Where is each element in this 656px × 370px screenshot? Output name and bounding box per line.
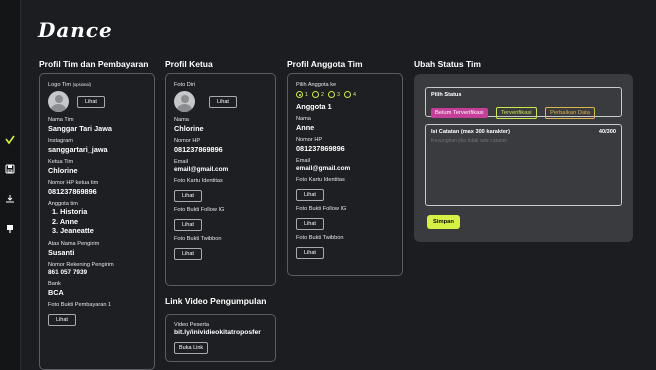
member-email-label: Email [296,158,310,164]
leader-section-title: Profil Ketua [165,59,213,69]
sidebar [0,0,21,370]
bank-label: Bank [48,280,61,287]
status-box: Pilih Status Belum Terverifikasi Terveri… [425,87,622,119]
member-option-1[interactable]: 1 [296,91,308,98]
leader-phone-value: 081237869896 [174,145,223,154]
team-leader-label: Ketua Tim [48,159,74,165]
app-logo: Dance [38,18,113,42]
view-leader-twibbon-button[interactable]: Lihat [174,248,202,260]
view-member-twibbon-button[interactable]: Lihat [296,247,324,259]
check-icon[interactable] [4,134,16,146]
video-label: Video Peserta [174,322,210,328]
instagram-label: Instagram [48,138,73,144]
video-card: Video Peserta bit.ly/inividieokitatropos… [165,314,276,362]
member-pick-label: Pilih Anggota ke [296,82,337,88]
view-team-logo-button[interactable]: Lihat [77,95,105,108]
sender-value: Susanti [48,247,75,257]
leader-name-label: Nama [174,117,189,123]
logo-label: Logo Tim (opsional) [48,82,146,88]
member-option-label: 4 [353,91,356,98]
leader-name-value: Chlorine [174,124,204,133]
radio-selected-icon [296,91,303,98]
member-option-label: 1 [305,91,308,98]
status-pick-label: Pilih Status [431,92,462,98]
leader-twibbon-label: Foto Bukti Twibbon [174,236,222,242]
member-phone-value: 081237869896 [296,144,345,153]
member-phone-label: Nomor HP [296,137,323,143]
leader-follow-label: Foto Bukti Follow IG [174,207,225,213]
team-profile-card: Logo Tim (opsional) Lihat Nama Tim Sangg… [39,73,155,370]
leader-avatar [174,91,195,112]
status-section-title: Ubah Status Tim [414,59,481,69]
radio-icon [344,91,351,98]
member-follow-label: Foto Bukti Follow IG [296,206,347,212]
open-link-button[interactable]: Buka Link [174,342,209,354]
view-leader-photo-button[interactable]: Lihat [209,95,237,108]
member-section-title: Profil Anggota Tim [287,59,363,69]
team-name-value: Sanggar Tari Jawa [48,124,112,133]
member-item: 1. Historia [52,207,88,216]
status-option-revision[interactable]: Perbaikan Data [545,107,596,119]
save-button[interactable]: Simpan [427,215,460,229]
leader-phone-label: Nomor HP ketua tim [48,180,99,186]
member-option-label: 3 [337,91,340,98]
view-leader-id-button[interactable]: Lihat [174,190,202,202]
payment-proof-label: Foto Bukti Pembayaran 1 [48,301,112,308]
member-id-label: Foto Kartu Identitas [296,177,345,183]
radio-icon [328,91,335,98]
leader-photo-label: Foto Diri [174,82,196,88]
member-item: 3. Jeaneatte [52,226,94,235]
member-profile-card: Pilih Anggota ke 1 2 3 4 Anggota 1 Nama … [287,73,403,276]
member-option-2[interactable]: 2 [312,91,324,98]
notes-counter: 40/300 [598,129,616,135]
member-twibbon-label: Foto Bukti Twibbon [296,235,344,241]
view-payment-proof-button[interactable]: Lihat [48,313,76,326]
sender-label: Atas Nama Pengirim [48,240,100,247]
view-leader-follow-button[interactable]: Lihat [174,219,202,231]
status-option-unverified[interactable]: Belum Terverifikasi [431,108,488,118]
logo-label-text: Logo Tim [48,82,72,88]
status-option-verified[interactable]: Terverifikasi [496,107,537,119]
leader-email-label: Email [174,159,188,165]
video-link[interactable]: bit.ly/inividieokitatroposfer [174,329,267,336]
team-leader-value: Chlorine [48,166,78,175]
instagram-value: sanggartari_jawa [48,145,108,154]
account-value: 861 057 7939 [48,268,88,276]
download-icon[interactable] [4,193,16,205]
leader-id-label: Foto Kartu Identitas [174,178,223,184]
notes-label: Isi Catatan (max 300 karakter) [431,129,510,135]
view-member-id-button[interactable]: Lihat [296,189,324,201]
video-section-title: Link Video Pengumpulan [165,296,267,306]
member-name-label: Nama [296,116,311,122]
notes-placeholder: Kesungkan jika tidak ada catatan [431,138,508,144]
view-member-follow-button[interactable]: Lihat [296,218,324,230]
member-item: 2. Anne [52,216,79,226]
save-icon[interactable] [4,163,16,175]
leader-email-value: email@gmail.com [174,166,229,173]
status-panel: Pilih Status Belum Terverifikasi Terveri… [414,74,633,242]
notes-box[interactable]: Isi Catatan (max 300 karakter) 40/300 Ke… [425,124,622,206]
leader-profile-card: Foto Diri Lihat Nama Chlorine Nomor HP 0… [165,73,276,286]
leader-phone-value: 081237869896 [48,187,97,196]
team-logo-avatar [48,91,69,112]
logo-optional-note: (opsional) [72,82,91,87]
member-name-value: Anne [296,123,315,132]
member-option-4[interactable]: 4 [344,91,356,98]
account-label: Nomor Rekening Pengirim [48,261,114,268]
document-icon[interactable] [4,223,16,235]
bank-value: BCA [48,287,64,297]
team-section-title: Profil Tim dan Pembayaran [39,59,149,69]
leader-phone-label: Nomor HP [174,138,201,144]
member-radio-group: 1 2 3 4 [296,91,394,98]
member-email-value: email@gmail.com [296,165,351,172]
member-option-label: 2 [321,91,324,98]
member-option-3[interactable]: 3 [328,91,340,98]
radio-icon [312,91,319,98]
status-options: Belum Terverifikasi Terverifikasi Perbai… [431,101,616,119]
team-name-label: Nama Tim [48,117,74,123]
member-heading: Anggota 1 [296,102,332,111]
